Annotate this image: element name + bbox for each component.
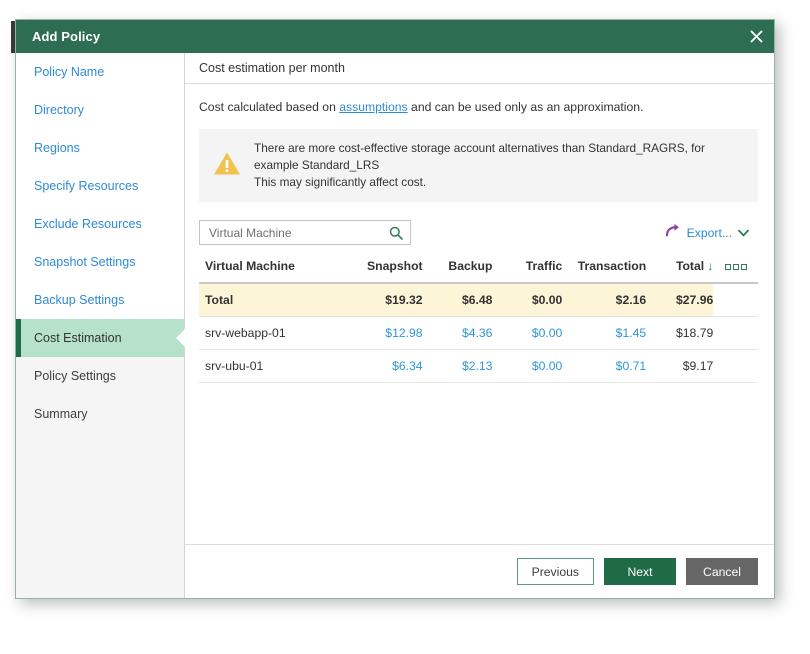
export-arrow-icon (665, 223, 681, 242)
table-header-row: Virtual Machine Snapshot Backup Traffic … (199, 257, 758, 285)
cell-options (713, 349, 758, 384)
sidebar-item-cost-estimation[interactable]: Cost Estimation (16, 319, 184, 357)
sidebar-item-policy-settings[interactable]: Policy Settings (16, 357, 184, 395)
sidebar-item-label: Summary (34, 407, 88, 421)
warning-banner: There are more cost-effective storage ac… (199, 129, 758, 203)
cancel-button[interactable]: Cancel (686, 558, 758, 585)
chevron-down-icon[interactable] (738, 224, 749, 242)
content-pane: Cost estimation per month Cost calculate… (185, 53, 774, 598)
dialog-footer: Previous Next Cancel (185, 544, 774, 598)
search-box[interactable] (199, 220, 411, 246)
warning-line-2: This may significantly affect cost. (254, 175, 427, 190)
sidebar-item-specify-resources[interactable]: Specify Resources (16, 167, 184, 205)
column-options-icon[interactable] (724, 264, 747, 271)
export-button[interactable]: Export... (665, 223, 758, 242)
assumptions-link[interactable]: assumptions (339, 100, 407, 114)
table-row[interactable]: srv-ubu-01 $6.34 $2.13 $0.00 $0.71 $9.17 (199, 349, 758, 384)
sidebar-item-label: Specify Resources (34, 179, 139, 193)
sidebar-item-exclude-resources[interactable]: Exclude Resources (16, 205, 184, 243)
sidebar-item-label: Policy Settings (34, 369, 116, 383)
cell-snapshot[interactable]: $12.98 (349, 316, 423, 351)
cell-total: $27.96 (646, 283, 714, 318)
page-title: Cost estimation per month (185, 53, 774, 84)
intro-prefix: Cost calculated based on (199, 100, 340, 114)
column-header-snapshot[interactable]: Snapshot (349, 257, 423, 285)
sidebar-item-label: Regions (34, 141, 80, 155)
cell-name: Total (199, 283, 350, 318)
table-row[interactable]: srv-webapp-01 $12.98 $4.36 $0.00 $1.45 $… (199, 316, 758, 351)
sidebar-item-backup-settings[interactable]: Backup Settings (16, 281, 184, 319)
cell-traffic[interactable]: $0.00 (492, 349, 563, 384)
sidebar-item-label: Backup Settings (34, 293, 125, 307)
sort-descending-icon: ↓ (707, 259, 714, 274)
dialog-body: Policy Name Directory Regions Specify Re… (16, 53, 774, 598)
cell-snapshot[interactable]: $6.34 (349, 349, 423, 384)
sidebar-item-policy-name[interactable]: Policy Name (16, 53, 184, 91)
cell-traffic[interactable]: $0.00 (492, 316, 563, 351)
add-policy-dialog: Add Policy Policy Name Directory Regions (15, 19, 775, 599)
cell-backup[interactable]: $4.36 (422, 316, 493, 351)
next-button[interactable]: Next (604, 558, 676, 585)
sidebar-item-directory[interactable]: Directory (16, 91, 184, 129)
cell-transaction[interactable]: $1.45 (562, 316, 647, 351)
cell-name: srv-webapp-01 (199, 316, 350, 351)
cell-total: $9.17 (646, 349, 714, 384)
sidebar-item-label: Snapshot Settings (34, 255, 136, 269)
cell-snapshot: $19.32 (349, 283, 423, 318)
warning-text: There are more cost-effective storage ac… (254, 140, 746, 191)
dialog-title: Add Policy (32, 29, 101, 44)
table-row-total: Total $19.32 $6.48 $0.00 $2.16 $27.96 (199, 283, 758, 318)
cell-options (713, 283, 758, 318)
column-header-traffic[interactable]: Traffic (492, 257, 563, 285)
search-icon[interactable] (389, 226, 403, 240)
cell-options (713, 316, 758, 351)
warning-triangle-icon (213, 151, 241, 181)
cell-transaction: $2.16 (562, 283, 647, 318)
intro-suffix: and can be used only as an approximation… (407, 100, 644, 114)
close-icon[interactable] (738, 20, 774, 53)
cost-estimation-table: Virtual Machine Snapshot Backup Traffic … (199, 257, 758, 384)
content-main: Cost calculated based on assumptions and… (185, 84, 774, 544)
sidebar-item-regions[interactable]: Regions (16, 129, 184, 167)
dialog-title-bar: Add Policy (16, 20, 774, 53)
sidebar-item-snapshot-settings[interactable]: Snapshot Settings (16, 243, 184, 281)
cell-backup: $6.48 (422, 283, 493, 318)
sidebar-item-label: Exclude Resources (34, 217, 142, 231)
sidebar-item-summary[interactable]: Summary (16, 395, 184, 433)
column-header-backup[interactable]: Backup (422, 257, 493, 285)
cell-traffic: $0.00 (492, 283, 563, 318)
table-toolbar: Export... (199, 220, 758, 246)
export-label: Export... (686, 225, 732, 240)
sidebar-item-label: Policy Name (34, 65, 105, 79)
sidebar-item-label: Directory (34, 103, 85, 117)
cell-name: srv-ubu-01 (199, 349, 350, 384)
cell-backup[interactable]: $2.13 (422, 349, 493, 384)
previous-button[interactable]: Previous (516, 558, 594, 585)
column-options-header (713, 257, 758, 285)
sidebar-item-label: Cost Estimation (34, 331, 122, 345)
column-header-total[interactable]: Total ↓ (646, 257, 714, 285)
column-header-virtual-machine[interactable]: Virtual Machine (199, 257, 350, 285)
cell-total: $18.79 (646, 316, 714, 351)
wizard-sidebar: Policy Name Directory Regions Specify Re… (16, 53, 185, 598)
search-input[interactable] (209, 225, 389, 240)
cell-transaction[interactable]: $0.71 (562, 349, 647, 384)
warning-line-1: There are more cost-effective storage ac… (254, 141, 705, 173)
intro-text: Cost calculated based on assumptions and… (199, 100, 758, 114)
column-header-total-label: Total (675, 259, 705, 274)
column-header-transaction[interactable]: Transaction (562, 257, 647, 285)
